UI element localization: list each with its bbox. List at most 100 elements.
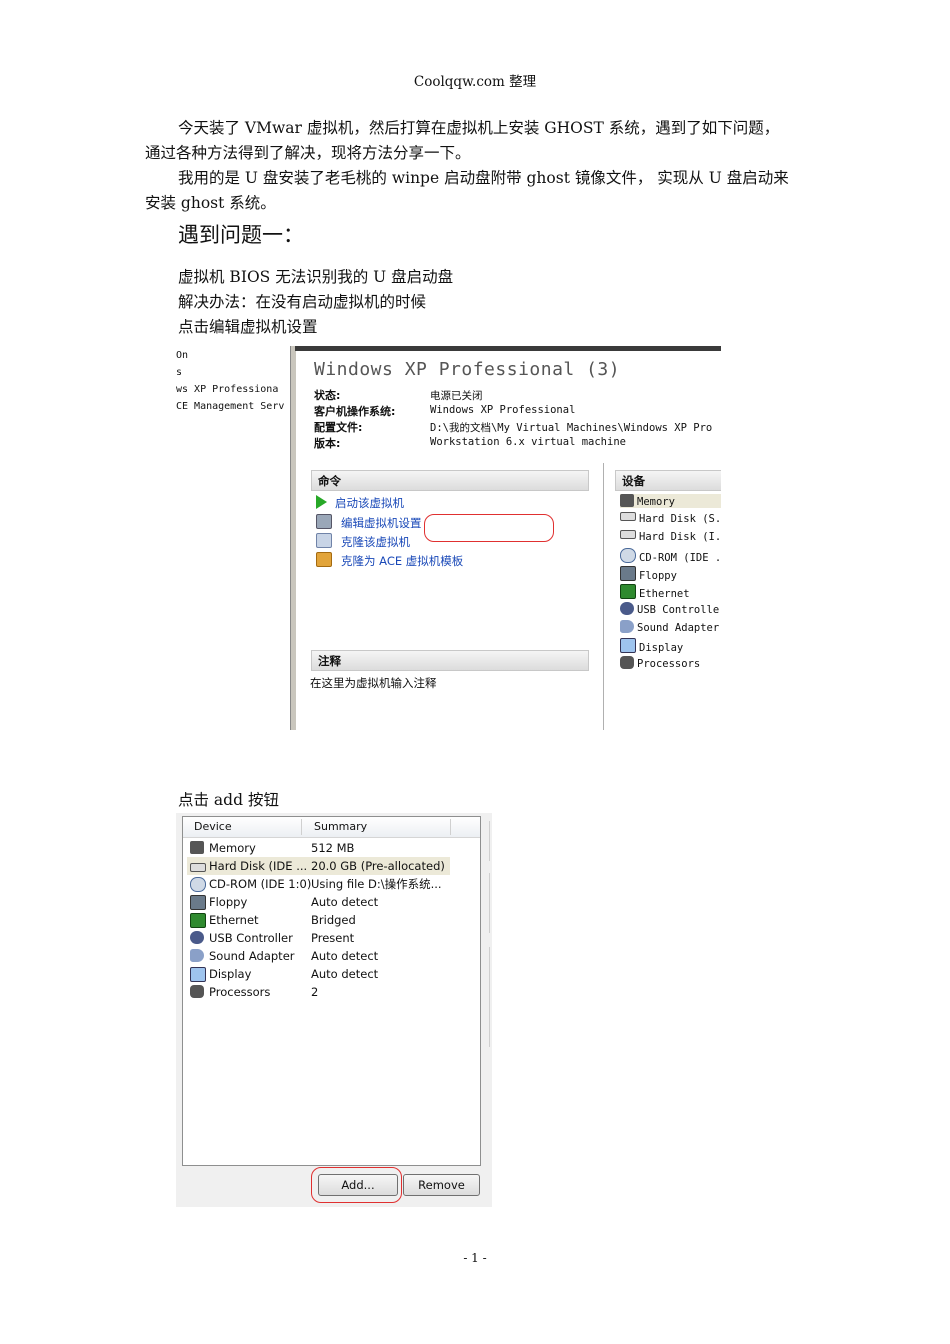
device-name: Memory [209, 841, 256, 855]
monitor-icon [190, 967, 206, 982]
device-name: USB Controller [209, 931, 293, 945]
page-number: - 1 - [463, 1251, 487, 1265]
device-summary: Bridged [311, 913, 356, 927]
ethernet-icon [190, 913, 206, 928]
prop-value-version: Workstation 6.x virtual machine [430, 436, 626, 448]
device-label: USB Controlle [637, 604, 720, 616]
column-divider [450, 819, 451, 835]
device-summary: Auto detect [311, 949, 379, 963]
vmware-summary-screenshot: On s ws XP Professiona CE Management Ser… [176, 346, 721, 730]
hard-disk-icon [190, 863, 206, 872]
vm-list-item[interactable]: s [176, 367, 182, 378]
paragraph-1-line-2: 通过各种方法得到了解决，现将方法分享一下。 [145, 144, 471, 162]
section-heading: 遇到问题一： [178, 223, 304, 247]
processor-icon [190, 985, 204, 998]
notes-header: 注释 [311, 650, 589, 671]
commands-header: 命令 [311, 470, 589, 491]
devices-header: 设备 [615, 470, 721, 491]
monitor-icon [620, 638, 636, 653]
solution-line: 解决办法：在没有启动虚拟机的时候 [178, 293, 427, 311]
device-sound-adapter[interactable]: Sound Adapter [620, 620, 719, 634]
device-list-header: Device Summary [183, 817, 480, 838]
table-row[interactable]: Floppy Auto detect [183, 893, 480, 911]
vm-list-item[interactable]: CE Management Serv [176, 401, 284, 412]
column-divider [603, 463, 604, 730]
table-row[interactable]: Processors 2 [183, 983, 480, 1001]
speaker-icon [190, 949, 204, 962]
clone-ace-template-label: 克隆为 ACE 虚拟机模板 [341, 554, 464, 568]
edit-vm-settings-link[interactable]: 编辑虚拟机设置 [316, 514, 422, 531]
table-row[interactable]: Sound Adapter Auto detect [183, 947, 480, 965]
vm-summary-panel: Windows XP Professional (3) 状态: 电源已关闭 客户… [296, 351, 721, 730]
device-label: Memory [637, 496, 675, 508]
edit-settings-line: 点击编辑虚拟机设置 [178, 318, 318, 336]
table-row[interactable]: Display Auto detect [183, 965, 480, 983]
memory-icon [620, 494, 634, 507]
table-row[interactable]: CD-ROM (IDE 1:0) Using file D:\操作系统... [183, 875, 480, 893]
problem-line: 虚拟机 BIOS 无法识别我的 U 盘启动盘 [178, 268, 454, 286]
device-ethernet[interactable]: Ethernet [620, 584, 690, 600]
column-summary-header[interactable]: Summary [314, 820, 367, 833]
table-row[interactable]: Memory 512 MB [183, 839, 480, 857]
device-label: CD-ROM (IDE . [639, 552, 721, 564]
floppy-icon [620, 566, 636, 581]
cd-rom-icon [620, 548, 636, 563]
usb-icon [620, 602, 634, 615]
usb-icon [190, 931, 204, 944]
device-label: Hard Disk (S. [639, 513, 721, 525]
device-hard-disk-2[interactable]: Hard Disk (I. [620, 530, 721, 543]
column-device-header[interactable]: Device [194, 820, 232, 833]
device-name: Sound Adapter [209, 949, 295, 963]
vm-list-panel: On s ws XP Professiona CE Management Ser… [176, 346, 290, 730]
floppy-icon [190, 895, 206, 910]
click-add-line: 点击 add 按钮 [178, 791, 279, 809]
vm-settings-hardware-screenshot: Device Summary Memory 512 MB Hard Disk (I… [176, 813, 492, 1207]
clone-ace-template-link[interactable]: 克隆为 ACE 虚拟机模板 [316, 552, 463, 569]
right-panel-edge [489, 873, 492, 933]
device-usb-controller[interactable]: USB Controlle [620, 602, 719, 616]
start-vm-label: 启动该虚拟机 [335, 496, 404, 510]
device-processors[interactable]: Processors [620, 656, 700, 670]
device-display[interactable]: Display [620, 638, 683, 654]
table-row[interactable]: USB Controller Present [183, 929, 480, 947]
highlight-ring-add-button [311, 1167, 402, 1203]
notes-text[interactable]: 在这里为虚拟机输入注释 [310, 675, 437, 691]
device-name: CD-ROM (IDE 1:0) [209, 877, 312, 891]
column-divider [301, 819, 302, 835]
right-panel-edge [489, 947, 492, 1047]
prop-key-config-file: 配置文件: [314, 421, 363, 434]
page-header: Coolqqw.com 整理 [413, 74, 537, 90]
hard-disk-icon [620, 512, 636, 521]
memory-icon [190, 841, 204, 854]
device-summary: 2 [311, 985, 319, 999]
table-row[interactable]: Hard Disk (IDE ... 20.0 GB (Pre-allocated… [183, 857, 480, 875]
device-floppy[interactable]: Floppy [620, 566, 677, 582]
clone-vm-link[interactable]: 克隆该虚拟机 [316, 533, 410, 550]
device-name: Ethernet [209, 913, 259, 927]
device-summary: Auto detect [311, 967, 379, 981]
paragraph-1-line-1: 今天装了 VMwar 虚拟机，然后打算在虚拟机上安装 GHOST 系统，遇到了如… [178, 119, 780, 137]
device-cd-rom[interactable]: CD-ROM (IDE . [620, 548, 721, 564]
remove-button[interactable]: Remove [403, 1174, 480, 1196]
device-label: Floppy [639, 570, 677, 582]
device-label: Display [639, 642, 684, 654]
device-name: Hard Disk (IDE ... [209, 859, 308, 873]
ethernet-icon [620, 584, 636, 599]
device-memory[interactable]: Memory [620, 494, 721, 508]
prop-value-config-file: D:\我的文档\My Virtual Machines\Windows XP P… [430, 422, 713, 434]
vm-list-item[interactable]: ws XP Professiona [176, 384, 278, 395]
vm-list-item[interactable]: On [176, 350, 188, 361]
paragraph-2-line-2: 安装 ghost 系统。 [145, 194, 276, 212]
table-row[interactable]: Ethernet Bridged [183, 911, 480, 929]
highlight-ring-edit-settings [424, 514, 554, 542]
paragraph-2-line-1: 我用的是 U 盘安装了老毛桃的 winpe 启动盘附带 ghost 镜像文件， … [178, 169, 789, 187]
speaker-icon [620, 620, 634, 633]
device-name: Processors [209, 985, 271, 999]
start-vm-link[interactable]: 启动该虚拟机 [316, 495, 404, 511]
prop-key-guest-os: 客户机操作系统: [314, 405, 396, 418]
clone-vm-label: 克隆该虚拟机 [341, 535, 410, 549]
processor-icon [620, 656, 634, 669]
edit-vm-settings-label: 编辑虚拟机设置 [341, 516, 422, 530]
device-hard-disk-1[interactable]: Hard Disk (S. [620, 512, 721, 525]
device-label: Hard Disk (I. [639, 531, 721, 543]
